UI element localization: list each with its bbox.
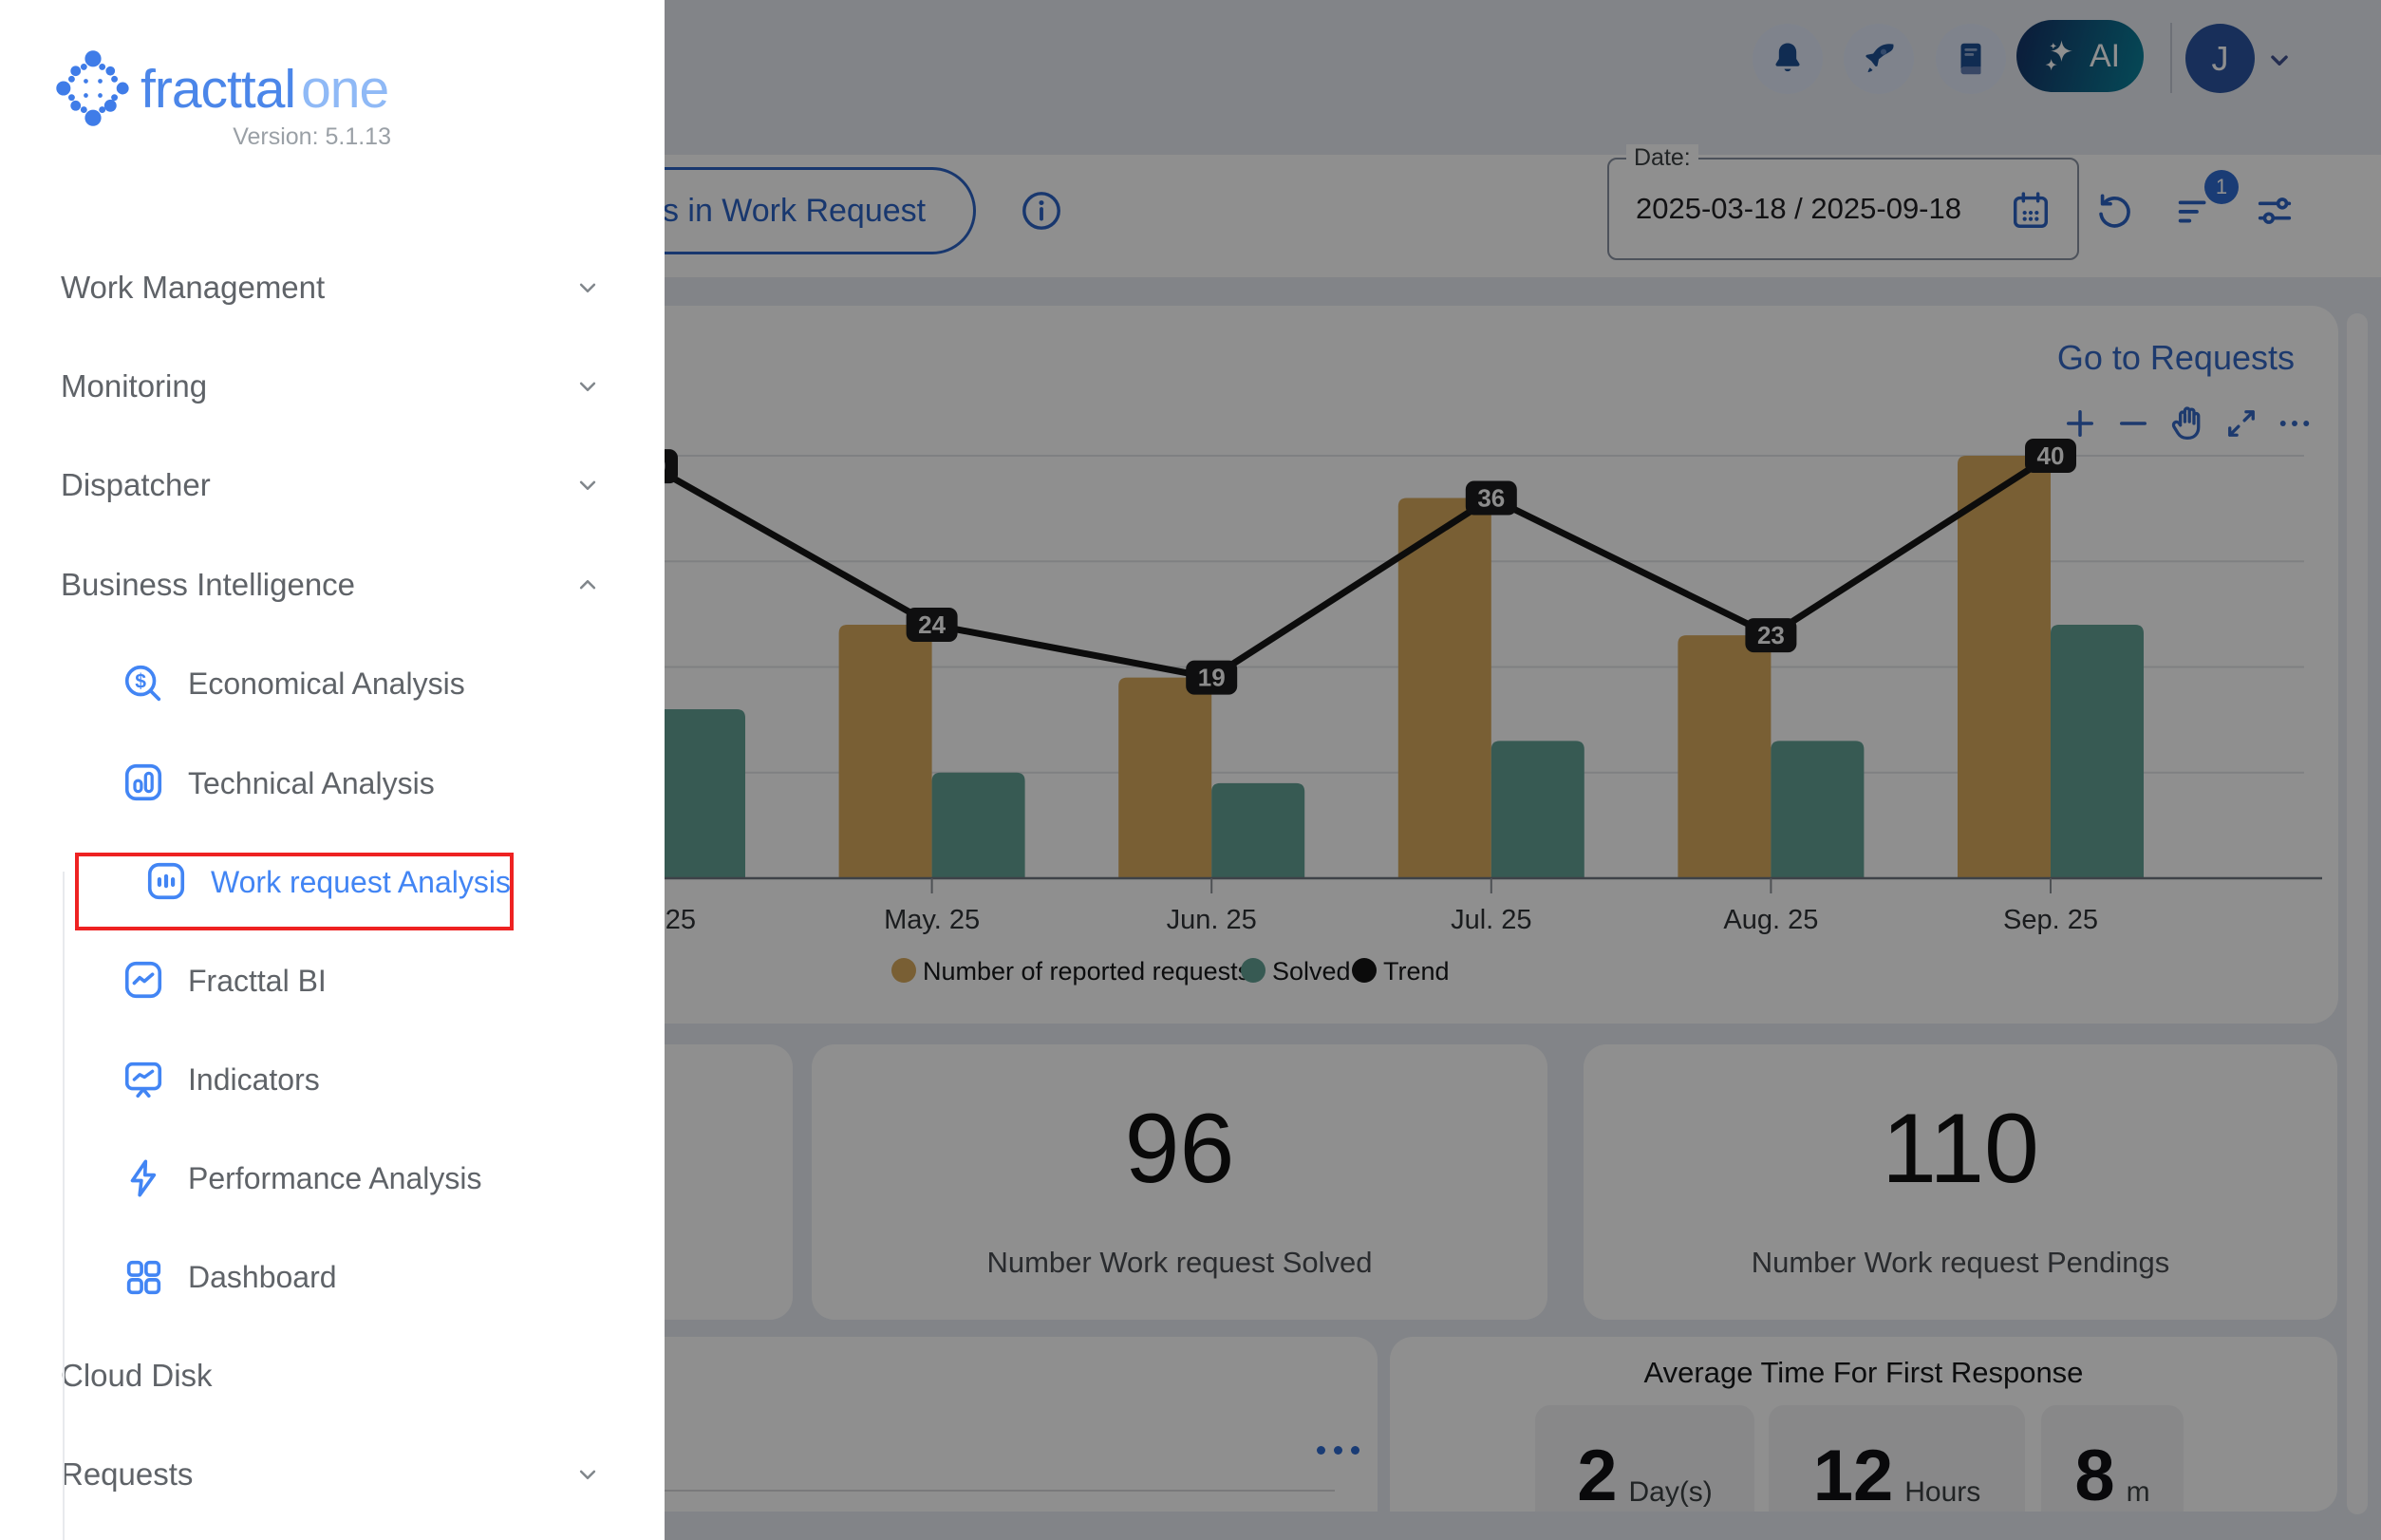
sidebar-item-monitoring[interactable]: Monitoring: [0, 337, 665, 436]
sidebar-item-business-intelligence[interactable]: Business Intelligence: [0, 535, 665, 634]
svg-text:$: $: [135, 670, 146, 692]
chevron-down-icon: [573, 1460, 602, 1489]
annotation-highlight-box: [75, 853, 514, 930]
fracttal-logo-icon: [52, 47, 134, 129]
sidebar-item-dispatcher[interactable]: Dispatcher: [0, 436, 665, 535]
submenu-guide-line: [63, 872, 65, 1540]
fracttal-wordmark: fracttalone: [141, 55, 388, 123]
sidebar-item-fracttal-bi[interactable]: Fracttal BI: [0, 930, 665, 1029]
app-window: AI J Assets in Work Request Date: 2025-0…: [0, 0, 2381, 1540]
chevron-down-icon: [573, 372, 602, 401]
sidebar-item-requests[interactable]: Requests: [0, 1425, 665, 1524]
performance-analysis-icon: [122, 1156, 165, 1200]
navigation-drawer: fracttalone Version: 5.1.13 Work Managem…: [0, 0, 665, 1540]
fracttal-bi-icon: [122, 958, 165, 1002]
sidebar-item-economical-analysis[interactable]: $ Economical Analysis: [0, 634, 665, 733]
sidebar-item-performance-analysis[interactable]: Performance Analysis: [0, 1129, 665, 1228]
technical-analysis-icon: [122, 761, 165, 804]
indicators-icon: [122, 1058, 165, 1101]
economical-analysis-icon: $: [122, 662, 165, 705]
chevron-up-icon: [573, 571, 602, 599]
sidebar-item-technical-analysis[interactable]: Technical Analysis: [0, 733, 665, 832]
chevron-down-icon: [573, 273, 602, 302]
sidebar-item-cloud-disk[interactable]: Cloud Disk: [0, 1326, 665, 1425]
sidebar-item-dashboard[interactable]: Dashboard: [0, 1228, 665, 1326]
sidebar-item-work-management[interactable]: Work Management: [0, 238, 665, 337]
chevron-down-icon: [573, 471, 602, 499]
dashboard-icon: [122, 1255, 165, 1299]
sidebar-item-indicators[interactable]: Indicators: [0, 1030, 665, 1129]
app-version: Version: 5.1.13: [233, 123, 391, 151]
